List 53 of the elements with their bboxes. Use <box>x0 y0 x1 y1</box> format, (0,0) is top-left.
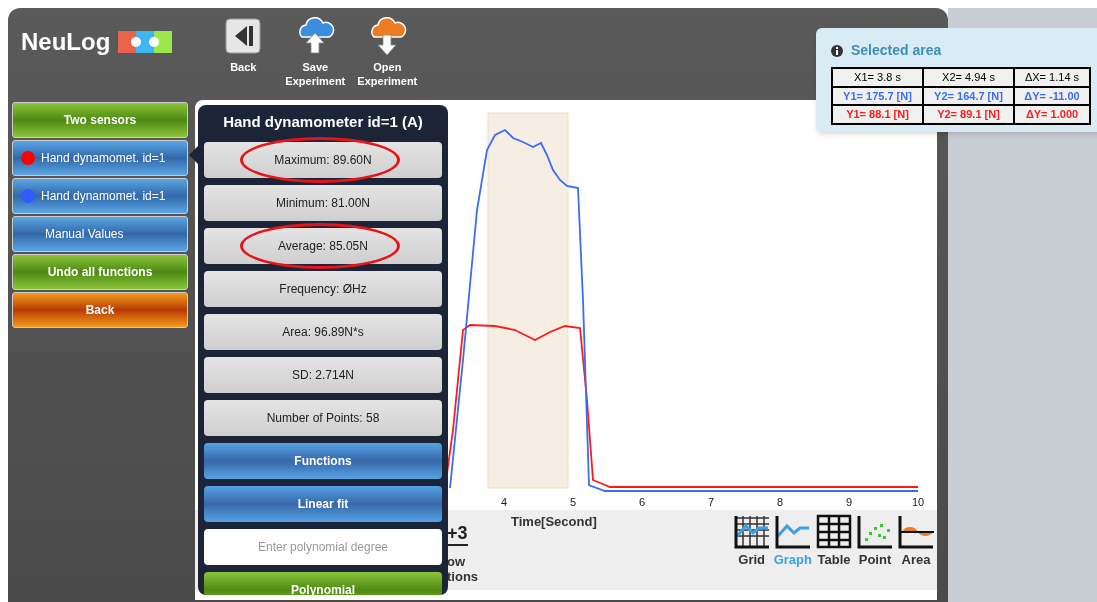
panel-title: Selected area <box>851 41 942 60</box>
table-cell: Y1= 175.7 [N] <box>832 86 923 105</box>
statistic-button[interactable]: Minimum: 81.00N <box>204 184 442 221</box>
scatter-chart-icon <box>856 514 894 550</box>
toolbar-label: tions <box>447 569 479 584</box>
statistic-button[interactable]: Maximum: 89.60N <box>204 141 442 178</box>
axis-tick-label: 7 <box>707 496 715 508</box>
view-button[interactable]: Point <box>856 514 894 570</box>
axis-label: Time[Second] <box>511 513 597 531</box>
sidebar-button[interactable]: Undo all functions <box>12 254 188 290</box>
axis-tick-label: 9 <box>845 496 853 508</box>
sidebar-button[interactable]: Hand dynamomet. id=1 <box>12 140 188 176</box>
function-button[interactable]: Functions <box>204 442 442 479</box>
sidebar-button[interactable]: Hand dynamomet. id=1 <box>12 178 188 214</box>
table-cell: Y2= 89.1 [N] <box>923 105 1014 124</box>
statistic-button[interactable]: Frequency: ØHz <box>204 270 442 307</box>
sidebar-button[interactable]: Two sensors <box>12 102 188 138</box>
toolbar-label: ow <box>447 554 467 569</box>
axis-tick-label: 5 <box>569 496 577 508</box>
axis-tick-label: 4 <box>500 496 508 508</box>
info-icon <box>831 44 843 57</box>
logo-text: NeuLog <box>21 30 111 54</box>
table-cell: ΔY= 1.000 <box>1014 105 1090 124</box>
view-button[interactable]: Area <box>897 514 935 570</box>
table-cell: Y2= 164.7 [N] <box>923 86 1014 105</box>
grid-chart-icon <box>732 514 771 550</box>
back-icon <box>225 18 262 54</box>
toolbar-button[interactable]: Back <box>210 12 277 88</box>
view-button[interactable]: Grid <box>732 514 771 570</box>
function-button[interactable]: Linear fit <box>204 485 442 522</box>
polynomial-degree-field[interactable]: Enter polynomial degree <box>204 528 442 565</box>
statistic-button[interactable]: Number of Points: 58 <box>204 399 442 436</box>
toolbar-button[interactable]: Open Experiment <box>354 12 421 88</box>
line-chart-icon <box>773 514 812 550</box>
table-cell: ΔY= -11.00 <box>1014 86 1090 105</box>
view-button[interactable]: Table <box>815 514 853 570</box>
popup-title: Hand dynamometer id=1 (A) <box>223 112 423 132</box>
statistic-button[interactable]: Area: 96.89N*s <box>204 313 442 350</box>
axis-tick-label: 8 <box>776 496 784 508</box>
axis-tick-label: 6 <box>638 496 646 508</box>
area-chart-icon <box>897 514 935 550</box>
table-icon <box>815 514 853 550</box>
table-cell: X2= 4.94 s <box>923 68 1014 87</box>
statistic-button[interactable]: Average: 85.05N <box>204 227 442 264</box>
sidebar-button[interactable]: Back <box>12 292 188 328</box>
axis-tick-label: 10 <box>911 496 925 508</box>
table-cell: ΔX= 1.14 s <box>1014 68 1090 87</box>
logo-icon <box>118 30 173 54</box>
toolbar-button[interactable]: Save Experiment <box>282 12 349 88</box>
statistic-button[interactable]: SD: 2.714N <box>204 356 442 393</box>
table-cell: X1= 3.8 s <box>832 68 923 87</box>
sidebar-button[interactable]: Manual Values <box>12 216 188 252</box>
table-cell: Y1= 88.1 [N] <box>832 105 923 124</box>
